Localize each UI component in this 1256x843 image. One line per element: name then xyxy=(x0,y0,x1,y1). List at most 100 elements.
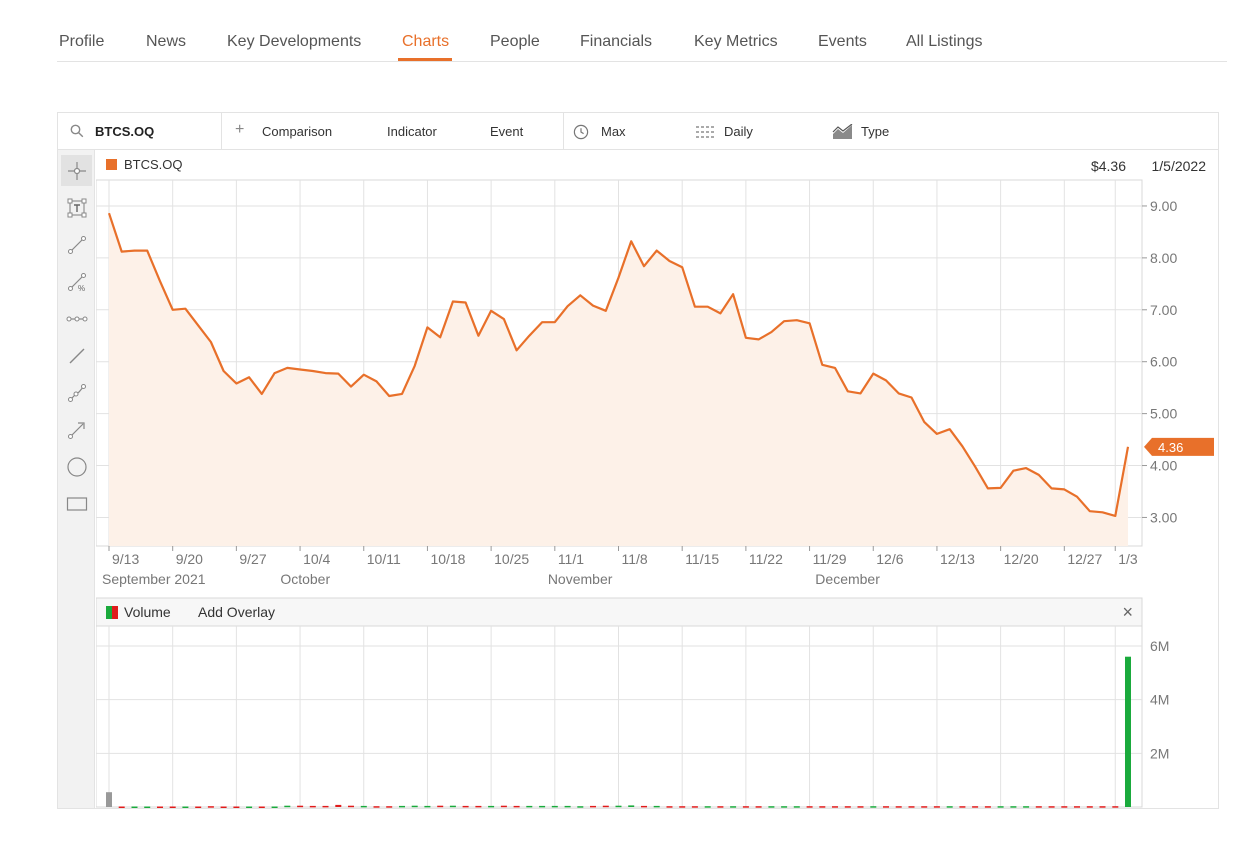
volume-bar xyxy=(513,805,520,808)
volume-bar xyxy=(819,806,826,808)
x-period-label: September 2021 xyxy=(102,571,206,587)
x-tick-label: 11/1 xyxy=(558,551,584,567)
horizontal-segment-icon xyxy=(66,316,87,321)
volume-bar xyxy=(730,806,737,808)
x-tick-label: 11/22 xyxy=(749,551,783,567)
volume-bar xyxy=(832,806,838,808)
percent-line-icon: % xyxy=(67,272,86,292)
volume-bar xyxy=(602,805,609,808)
y-tick-label: 5.00 xyxy=(1150,406,1177,422)
plus-icon: + xyxy=(235,121,245,138)
toolbar-divider xyxy=(221,113,222,149)
chart-widget: BTCS.OQ + Comparison Indicator Event Max… xyxy=(57,112,1219,809)
volume-bar xyxy=(1035,806,1042,808)
add-overlay-button[interactable]: Add Overlay xyxy=(198,604,275,620)
x-period-label: December xyxy=(815,571,880,587)
chart-type-button[interactable]: Type xyxy=(861,124,889,139)
volume-bar xyxy=(195,806,202,808)
multi-point-line-tool[interactable] xyxy=(61,377,92,408)
tab-events[interactable]: Events xyxy=(818,33,867,51)
volume-bar xyxy=(207,806,214,808)
y-tick-label: 6.00 xyxy=(1150,354,1177,370)
ray-line-tool[interactable] xyxy=(61,340,92,371)
volume-bar xyxy=(628,805,635,807)
svg-text:%: % xyxy=(78,284,85,292)
volume-bar xyxy=(1074,806,1080,808)
indicator-button[interactable]: Indicator xyxy=(387,124,437,139)
volume-bar xyxy=(1048,806,1055,808)
tab-profile[interactable]: Profile xyxy=(59,33,104,51)
volume-bar xyxy=(500,805,507,808)
arrow-line-tool[interactable] xyxy=(61,414,92,445)
tab-charts[interactable]: Charts xyxy=(402,33,449,51)
x-tick-label: 10/4 xyxy=(303,551,330,567)
volume-bar xyxy=(615,805,622,808)
volume-legend-swatch xyxy=(106,606,118,619)
volume-bar xyxy=(641,805,647,808)
horizontal-segment-tool[interactable] xyxy=(61,303,92,334)
volume-bar xyxy=(131,806,138,808)
range-button[interactable]: Max xyxy=(601,124,626,139)
volume-bar xyxy=(691,806,698,808)
volume-bar xyxy=(781,806,788,808)
x-tick-label: 9/13 xyxy=(112,551,139,567)
volume-bar xyxy=(322,805,329,808)
volume-bar xyxy=(386,806,393,808)
volume-bar xyxy=(844,806,851,808)
rectangle-tool[interactable] xyxy=(61,488,92,519)
volume-bar xyxy=(1125,656,1131,807)
volume-bar xyxy=(348,805,354,808)
volume-bar xyxy=(335,804,342,807)
price-chart[interactable]: 3.00 4.00 5.00 6.00 7.00 8.00 9.00 9/13 9/20 9/2… xyxy=(96,150,1218,810)
volume-bar xyxy=(1086,806,1093,808)
close-volume-panel-icon[interactable]: × xyxy=(1122,602,1133,622)
tab-financials[interactable]: Financials xyxy=(580,33,652,51)
drawing-tools: % xyxy=(58,150,95,808)
volume-bar xyxy=(437,805,444,808)
x-tick-label: 11/15 xyxy=(685,551,719,567)
symbol-search-input[interactable]: BTCS.OQ xyxy=(95,124,154,139)
text-tool[interactable] xyxy=(61,192,92,223)
active-tab-indicator xyxy=(398,58,452,61)
tab-key-metrics[interactable]: Key Metrics xyxy=(694,33,778,51)
x-tick-label: 9/27 xyxy=(239,551,266,567)
volume-bar xyxy=(411,805,418,808)
volume-bar xyxy=(704,806,711,808)
volume-bar xyxy=(258,806,265,808)
volume-bar xyxy=(220,806,227,808)
tab-all-listings[interactable]: All Listings xyxy=(906,33,982,51)
tab-news[interactable]: News xyxy=(146,33,186,51)
y-tick-label: 9.00 xyxy=(1150,198,1177,214)
volume-bar xyxy=(946,806,953,808)
percent-line-tool[interactable]: % xyxy=(61,266,92,297)
volume-bar xyxy=(857,806,864,808)
crosshair-tool[interactable] xyxy=(61,155,92,186)
comparison-button[interactable]: Comparison xyxy=(262,124,332,139)
volume-bar xyxy=(895,806,902,808)
tab-people[interactable]: People xyxy=(490,33,540,51)
volume-bar xyxy=(717,806,724,808)
last-price: $4.36 xyxy=(1091,158,1126,174)
volume-bar xyxy=(539,805,546,808)
multi-point-line-icon xyxy=(67,383,86,402)
line-segment-tool[interactable] xyxy=(61,229,92,260)
volume-bar xyxy=(679,806,686,808)
series-color-swatch xyxy=(106,159,117,170)
event-button[interactable]: Event xyxy=(490,124,523,139)
x-tick-label: 12/13 xyxy=(940,551,975,567)
circle-tool[interactable] xyxy=(61,451,92,482)
tab-key-developments[interactable]: Key Developments xyxy=(227,33,361,51)
line-segment-icon xyxy=(67,235,86,254)
volume-bar xyxy=(653,805,660,808)
y-tick-label: 3.00 xyxy=(1150,509,1177,525)
volume-y-tick-label: 2M xyxy=(1150,745,1169,761)
interval-button[interactable]: Daily xyxy=(724,124,753,139)
volume-bar xyxy=(360,805,367,808)
volume-bar xyxy=(997,806,1004,808)
volume-bar xyxy=(118,806,125,808)
volume-bar xyxy=(144,806,151,808)
volume-bar xyxy=(1061,806,1068,808)
x-tick-label: 9/20 xyxy=(176,551,203,567)
volume-bar xyxy=(972,806,979,808)
volume-bar xyxy=(883,806,889,808)
